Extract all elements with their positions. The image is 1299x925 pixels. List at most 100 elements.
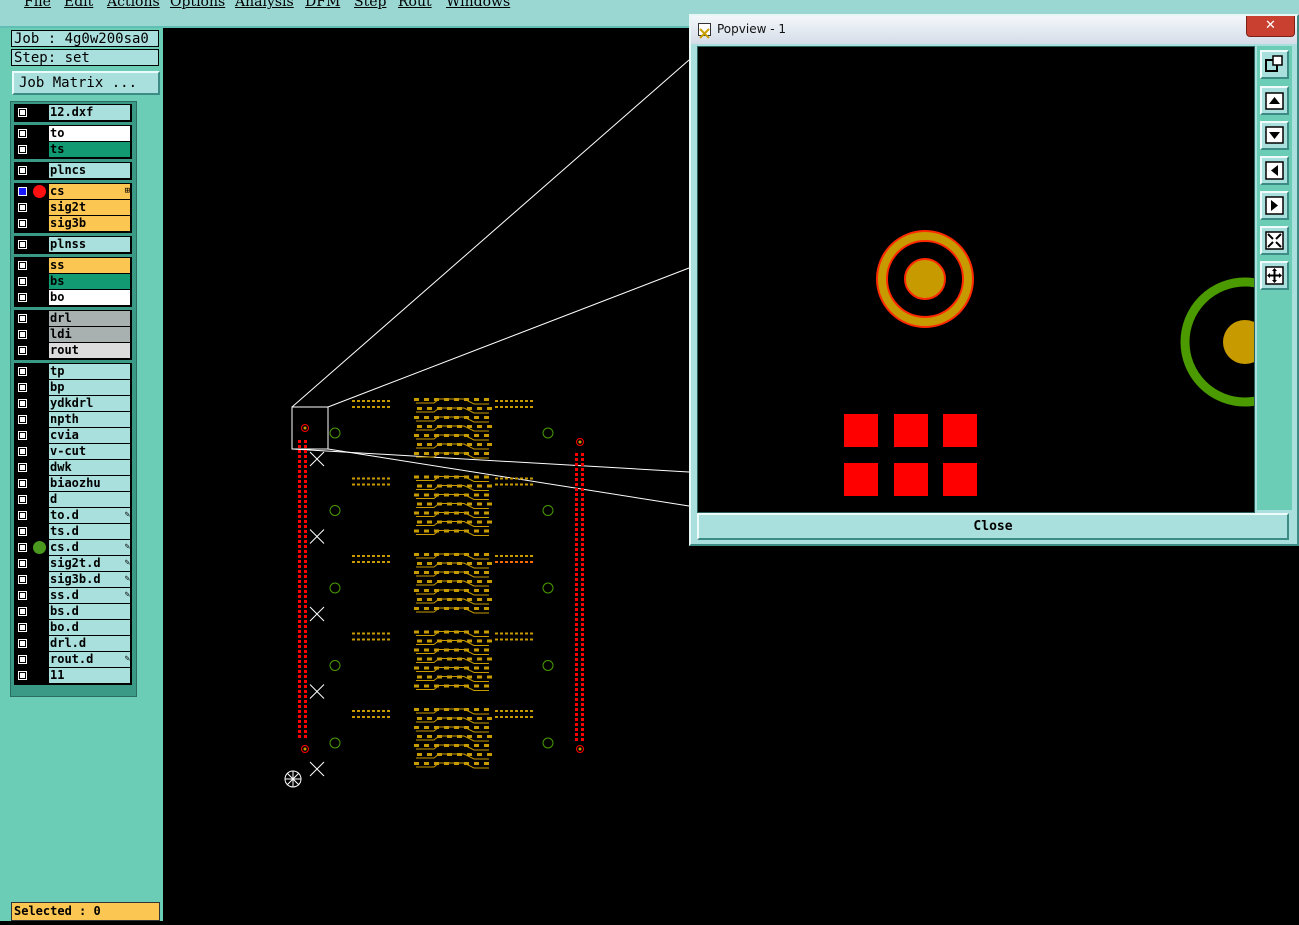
menu-file[interactable]: File <box>24 0 51 10</box>
window-close-button[interactable]: ✕ <box>1246 16 1295 37</box>
popview-zoom-view[interactable] <box>697 46 1255 513</box>
job-matrix-button[interactable]: Job Matrix ... <box>12 71 160 95</box>
layer-checkbox[interactable] <box>17 366 28 377</box>
smd-pad-row <box>377 716 380 718</box>
layer-row[interactable]: plncs <box>14 163 132 178</box>
layer-checkbox[interactable] <box>17 414 28 425</box>
layer-checkbox[interactable] <box>17 654 28 665</box>
layer-checkbox[interactable] <box>17 292 28 303</box>
layer-checkbox[interactable] <box>17 128 28 139</box>
layer-row[interactable]: drl <box>14 311 132 326</box>
layer-row[interactable]: to <box>14 126 132 141</box>
layer-checkbox[interactable] <box>17 590 28 601</box>
layer-row[interactable]: biaozhu <box>14 476 132 491</box>
layer-checkbox[interactable] <box>17 638 28 649</box>
connector-pad <box>298 730 301 733</box>
layer-checkbox[interactable] <box>17 622 28 633</box>
layer-name: bo.d <box>49 620 130 635</box>
layer-row[interactable]: sig2t.d ✎ <box>14 556 132 571</box>
layer-checkbox[interactable] <box>17 313 28 324</box>
layer-row[interactable]: tp <box>14 364 132 379</box>
app-icon <box>698 23 711 39</box>
pan-down-button[interactable] <box>1260 121 1289 150</box>
connector-pad <box>581 708 584 711</box>
layer-row[interactable]: cvia <box>14 428 132 443</box>
layer-row[interactable]: ss <box>14 258 132 273</box>
layer-checkbox[interactable] <box>17 202 28 213</box>
layer-row[interactable]: dwk <box>14 460 132 475</box>
menu-windows[interactable]: Windows <box>446 0 510 10</box>
component-pad <box>424 589 429 592</box>
layer-row[interactable]: ydkdrl <box>14 396 132 411</box>
menu-actions[interactable]: Actions <box>107 0 160 10</box>
layer-checkbox[interactable] <box>17 478 28 489</box>
component-pad <box>484 452 489 455</box>
smd-pad-row <box>500 477 503 480</box>
layer-row[interactable]: sig2t <box>14 200 132 215</box>
layer-row[interactable]: bs <box>14 274 132 289</box>
layer-row[interactable]: bs.d <box>14 604 132 619</box>
layer-row[interactable]: 12.dxf <box>14 105 132 120</box>
layer-row[interactable]: bp <box>14 380 132 395</box>
layer-checkbox[interactable] <box>17 510 28 521</box>
layer-checkbox[interactable] <box>17 329 28 340</box>
menu-step[interactable]: Step <box>354 0 386 10</box>
layer-row[interactable]: ldi <box>14 327 132 342</box>
menu-dfm[interactable]: DFM <box>305 0 340 10</box>
zoom-window-button[interactable] <box>1260 50 1289 79</box>
layer-row[interactable]: plnss <box>14 237 132 252</box>
layer-row[interactable]: 11 <box>14 668 132 683</box>
layer-checkbox[interactable] <box>17 462 28 473</box>
layer-checkbox[interactable] <box>17 107 28 118</box>
popview-close-button[interactable]: Close <box>697 513 1289 540</box>
layer-checkbox[interactable] <box>17 430 28 441</box>
layer-row[interactable]: drl.d <box>14 636 132 651</box>
menu-rout[interactable]: Rout <box>398 0 432 10</box>
layer-checkbox[interactable] <box>17 542 28 553</box>
popview-titlebar[interactable]: Popview - 1 ✕ <box>691 16 1297 44</box>
layer-row[interactable]: sig3b <box>14 216 132 231</box>
layer-checkbox[interactable] <box>17 144 28 155</box>
layer-row[interactable]: bo <box>14 290 132 305</box>
layer-checkbox[interactable] <box>17 276 28 287</box>
layer-checkbox[interactable] <box>17 382 28 393</box>
menu-options[interactable]: Options <box>170 0 225 10</box>
menu-analysis[interactable]: Analysis <box>235 0 294 10</box>
layer-name: sig2t.d <box>49 556 130 571</box>
pan-left-button[interactable] <box>1260 156 1289 185</box>
pan-up-button[interactable] <box>1260 86 1289 115</box>
layer-checkbox[interactable] <box>17 260 28 271</box>
layer-checkbox[interactable] <box>17 670 28 681</box>
layer-row[interactable]: rout.d ✎ <box>14 652 132 667</box>
connector-pad <box>575 693 578 696</box>
layer-row[interactable]: npth <box>14 412 132 427</box>
layer-row[interactable]: bo.d <box>14 620 132 635</box>
layer-row[interactable]: sig3b.d ✎ <box>14 572 132 587</box>
layer-checkbox[interactable] <box>17 494 28 505</box>
menu-edit[interactable]: Edit <box>64 0 93 10</box>
layer-row[interactable]: v-cut <box>14 444 132 459</box>
layer-row[interactable]: cs ⊞ <box>14 184 132 199</box>
layer-checkbox[interactable] <box>17 526 28 537</box>
layer-row[interactable]: to.d ✎ <box>14 508 132 523</box>
layer-checkbox[interactable] <box>17 574 28 585</box>
layer-checkbox[interactable] <box>17 218 28 229</box>
zoom-home-button[interactable] <box>1260 261 1289 290</box>
pan-right-button[interactable] <box>1260 191 1289 220</box>
layer-checkbox[interactable] <box>17 186 28 197</box>
layer-row[interactable]: cs.d ✎ <box>14 540 132 555</box>
layer-row[interactable]: ts <box>14 142 132 157</box>
layer-checkbox[interactable] <box>17 165 28 176</box>
layer-checkbox[interactable] <box>17 345 28 356</box>
layer-checkbox[interactable] <box>17 606 28 617</box>
connector-pad <box>298 720 301 723</box>
layer-row[interactable]: ts.d <box>14 524 132 539</box>
layer-row[interactable]: d <box>14 492 132 507</box>
layer-checkbox[interactable] <box>17 558 28 569</box>
layer-row[interactable]: ss.d ✎ <box>14 588 132 603</box>
layer-checkbox[interactable] <box>17 239 28 250</box>
layer-row[interactable]: rout <box>14 343 132 358</box>
layer-checkbox[interactable] <box>17 446 28 457</box>
zoom-fit-button[interactable] <box>1260 226 1289 255</box>
layer-checkbox[interactable] <box>17 398 28 409</box>
